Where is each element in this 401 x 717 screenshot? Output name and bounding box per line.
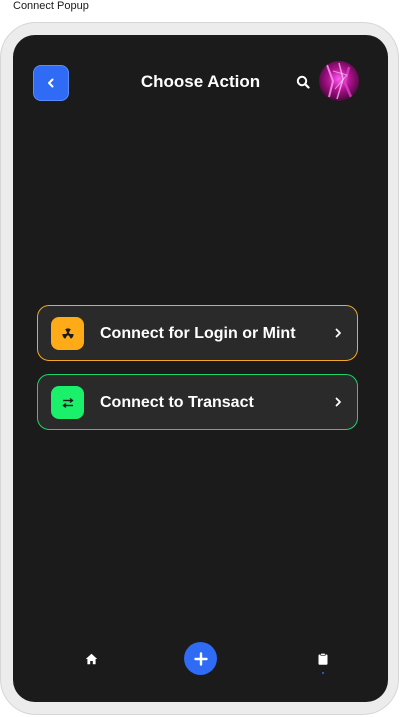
nav-home-button[interactable] (83, 651, 99, 667)
plus-icon (193, 651, 208, 666)
swap-arrows-icon (61, 397, 74, 408)
avatar[interactable] (319, 61, 359, 101)
search-button[interactable] (294, 73, 312, 91)
nav-add-button[interactable] (184, 642, 217, 675)
header: Choose Action (13, 35, 388, 135)
connect-login-mint-button[interactable]: Connect for Login or Mint (37, 305, 358, 361)
app-screen: Choose Action Connect for Login or Mint … (13, 35, 388, 702)
chevron-right-icon (335, 328, 341, 338)
nav-clipboard-button[interactable] (315, 651, 331, 667)
card-icon-wrapper (51, 386, 84, 419)
radiation-icon (61, 327, 74, 339)
chevron-right-icon (335, 397, 341, 407)
frame-caption: Connect Popup (13, 0, 89, 12)
nav-active-indicator (322, 672, 324, 674)
connect-transact-button[interactable]: Connect to Transact (37, 374, 358, 430)
clipboard-icon (318, 653, 328, 665)
card-icon-wrapper (51, 317, 84, 350)
avatar-image (319, 61, 359, 101)
card-label: Connect to Transact (100, 394, 254, 411)
search-icon (296, 75, 310, 89)
home-icon (85, 653, 97, 665)
card-label: Connect for Login or Mint (100, 325, 296, 342)
